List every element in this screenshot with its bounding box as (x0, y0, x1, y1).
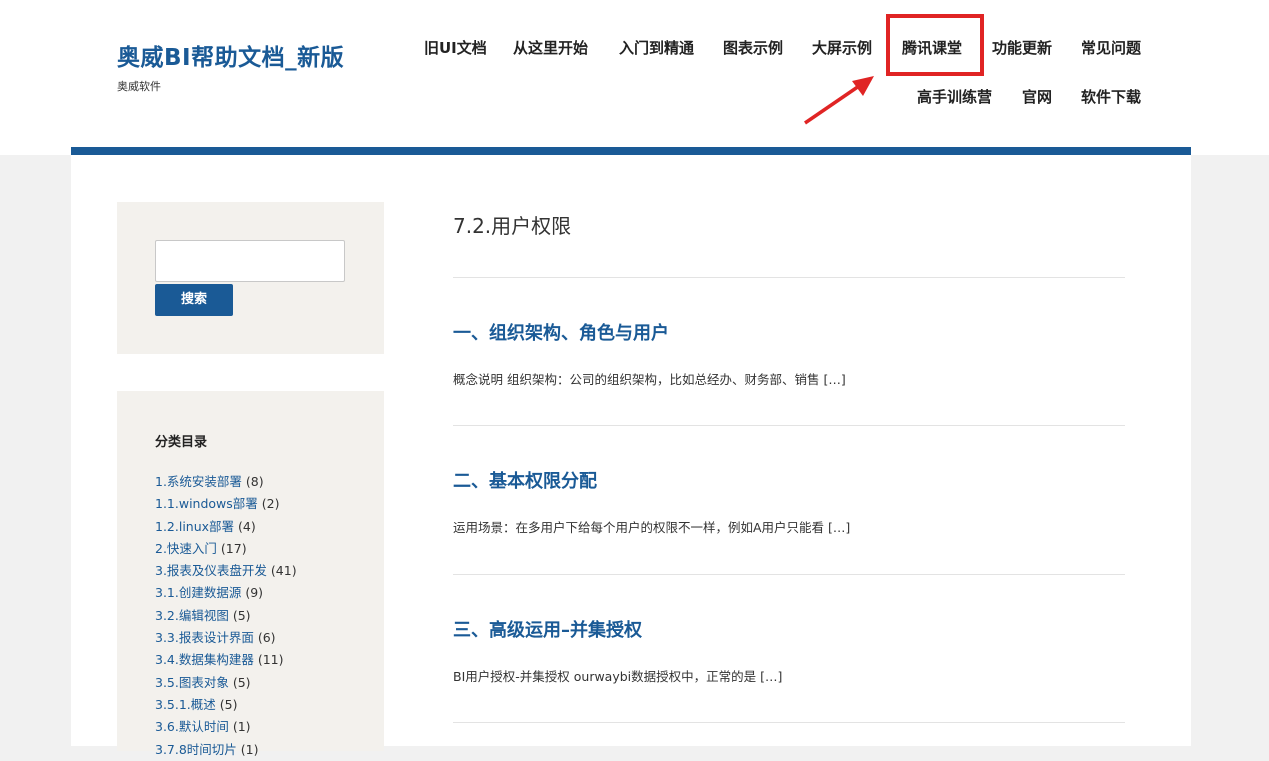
category-link[interactable]: 3.7.8时间切片 (155, 742, 237, 757)
post-excerpt: BI用户授权-并集授权 ourwaybi数据授权中，正常的是 […] (453, 669, 783, 684)
category-link[interactable]: 3.5.1.概述 (155, 697, 216, 712)
post-title[interactable]: 二、基本权限分配 (453, 467, 597, 493)
main-content: 搜索 分类目录 1.系统安装部署 (8) 1.1.windows部署 (2) 1… (71, 155, 1191, 757)
category-count: (17) (220, 540, 247, 556)
nav-item-feature-updates[interactable]: 功能更新 (992, 37, 1052, 58)
category-item[interactable]: 1.2.linux部署 (4) (155, 516, 297, 538)
nav-item-software-download[interactable]: 软件下载 (1081, 86, 1141, 107)
nav-item-dashboard-examples[interactable]: 大屏示例 (812, 37, 872, 58)
annotation-arrow-icon (804, 76, 874, 125)
category-link[interactable]: 1.2.linux部署 (155, 519, 234, 534)
divider (453, 722, 1125, 723)
category-count: (11) (257, 652, 284, 668)
category-list: 1.系统安装部署 (8) 1.1.windows部署 (2) 1.2.linux… (155, 471, 297, 761)
divider (453, 277, 1125, 278)
header-accent-bar (71, 147, 1191, 155)
post-excerpt: 概念说明 组织架构：公司的组织架构，比如总经办、财务部、销售 […] (453, 372, 846, 387)
post-title[interactable]: 三、高级运用–并集授权 (453, 616, 642, 642)
site-title[interactable]: 奥威BI帮助文档_新版 (117, 38, 344, 72)
category-link[interactable]: 1.1.windows部署 (155, 496, 258, 511)
category-link[interactable]: 3.报表及仪表盘开发 (155, 563, 267, 578)
category-link[interactable]: 2.快速入门 (155, 541, 217, 556)
highlight-box (886, 14, 984, 76)
nav-item-faq[interactable]: 常见问题 (1081, 37, 1141, 58)
category-count: (8) (245, 474, 264, 489)
site-header: 奥威BI帮助文档_新版 奥威软件 旧UI文档 从这里开始 入门到精通 图表示例 … (0, 0, 1269, 155)
category-link[interactable]: 3.2.编辑视图 (155, 608, 229, 623)
divider (453, 425, 1125, 426)
category-link[interactable]: 1.系统安装部署 (155, 474, 242, 489)
category-count: (2) (261, 496, 280, 512)
category-count: (5) (232, 607, 251, 623)
page-title: 7.2.用户权限 (453, 214, 572, 238)
search-widget: 搜索 (117, 202, 384, 354)
site-subtitle: 奥威软件 (117, 80, 161, 93)
category-item[interactable]: 3.5.图表对象 (5) (155, 672, 297, 694)
nav-item-expert-training[interactable]: 高手训练营 (917, 86, 992, 107)
category-item[interactable]: 3.2.编辑视图 (5) (155, 605, 297, 627)
category-item[interactable]: 1.系统安装部署 (8) (155, 471, 297, 493)
search-input[interactable] (155, 240, 345, 282)
category-count: (4) (238, 518, 256, 534)
category-count: (5) (219, 696, 238, 712)
nav-item-old-ui-docs[interactable]: 旧UI文档 (424, 37, 487, 58)
category-item[interactable]: 3.5.1.概述 (5) (155, 694, 297, 716)
nav-item-official-site[interactable]: 官网 (1022, 86, 1052, 107)
category-count: (9) (245, 585, 264, 601)
category-item[interactable]: 3.6.默认时间 (1) (155, 716, 297, 738)
categories-widget: 分类目录 1.系统安装部署 (8) 1.1.windows部署 (2) 1.2.… (117, 391, 384, 757)
post-title[interactable]: 一、组织架构、角色与用户 (453, 319, 669, 345)
category-item[interactable]: 2.快速入门 (17) (155, 538, 297, 560)
category-link[interactable]: 3.4.数据集构建器 (155, 652, 254, 667)
category-item[interactable]: 3.报表及仪表盘开发 (41) (155, 560, 297, 582)
nav-item-beginner-to-expert[interactable]: 入门到精通 (619, 37, 694, 58)
category-count: (1) (240, 741, 259, 757)
category-count: (1) (232, 719, 251, 735)
category-item[interactable]: 3.4.数据集构建器 (11) (155, 649, 297, 671)
nav-item-chart-examples[interactable]: 图表示例 (723, 37, 783, 58)
category-item[interactable]: 3.1.创建数据源 (9) (155, 582, 297, 604)
post-excerpt: 运用场景：在多用户下给每个用户的权限不一样，例如A用户只能看 […] (453, 520, 851, 535)
category-item[interactable]: 3.3.报表设计界面 (6) (155, 627, 297, 649)
category-link[interactable]: 3.6.默认时间 (155, 719, 229, 734)
category-count: (5) (232, 674, 251, 690)
category-item[interactable]: 3.7.8时间切片 (1) (155, 739, 297, 761)
category-link[interactable]: 3.5.图表对象 (155, 675, 229, 690)
categories-title: 分类目录 (155, 435, 208, 450)
divider (453, 574, 1125, 575)
category-count: (41) (270, 563, 297, 579)
search-button[interactable]: 搜索 (155, 284, 233, 316)
category-link[interactable]: 3.3.报表设计界面 (155, 630, 254, 645)
nav-item-start-here[interactable]: 从这里开始 (513, 37, 588, 58)
category-link[interactable]: 3.1.创建数据源 (155, 585, 241, 600)
category-count: (6) (257, 630, 276, 646)
category-item[interactable]: 1.1.windows部署 (2) (155, 493, 297, 515)
